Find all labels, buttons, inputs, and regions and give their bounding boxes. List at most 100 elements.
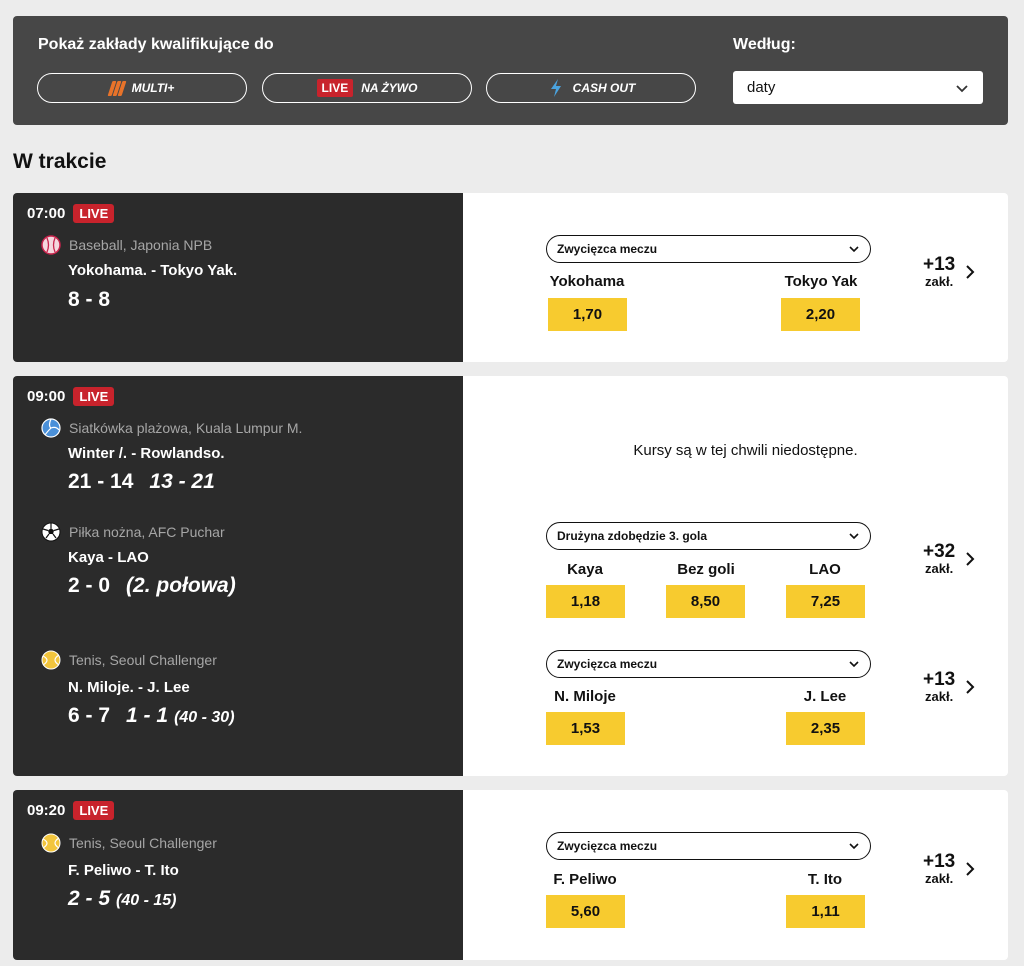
event-time: 09:20 bbox=[27, 802, 66, 819]
soccer-ball-icon bbox=[41, 522, 61, 542]
more-bets-unit: zakł. bbox=[925, 274, 954, 289]
outcome-label: T. Ito bbox=[807, 871, 843, 888]
game-points: (40 - 15) bbox=[116, 892, 177, 909]
cashout-icon bbox=[550, 79, 561, 97]
score-value: 6 - 7 bbox=[68, 704, 111, 727]
more-bets-link[interactable]: +13 zakł. bbox=[923, 670, 975, 703]
event-time: 07:00 bbox=[27, 205, 66, 222]
league-row: Tenis, Seoul Challenger bbox=[41, 833, 217, 853]
event-teams[interactable]: N. Miloje. - J. Lee bbox=[68, 679, 190, 696]
more-bets-unit: zakł. bbox=[925, 561, 954, 576]
chevron-down-icon bbox=[849, 246, 859, 253]
league-name: Tenis, Seoul Challenger bbox=[69, 835, 217, 851]
more-bets-text: +13 zakł. bbox=[923, 255, 955, 288]
more-bets-link[interactable]: +32 zakł. bbox=[923, 542, 975, 575]
market-select[interactable]: Drużyna zdobędzie 3. gola bbox=[546, 522, 871, 550]
event-time: 09:00 bbox=[27, 388, 66, 405]
event-score: 6 - 7 1 - 1 (40 - 30) bbox=[68, 704, 235, 728]
time-row: 09:20 LIVE bbox=[27, 801, 115, 820]
league-row: Piłka nożna, AFC Puchar bbox=[41, 522, 225, 542]
outcome-label: J. Lee bbox=[803, 688, 847, 705]
sort-label: Według: bbox=[733, 36, 796, 53]
baseball-icon bbox=[41, 235, 61, 255]
cashout-filter-button[interactable]: CASH OUT bbox=[486, 73, 696, 103]
match-period: (2. połowa) bbox=[126, 574, 236, 597]
live-filter-label: NA ŻYWO bbox=[361, 81, 418, 95]
game-points: (40 - 30) bbox=[174, 709, 235, 726]
sort-select[interactable]: daty bbox=[733, 71, 983, 104]
chevron-down-icon bbox=[849, 661, 859, 668]
chevron-down-icon bbox=[849, 533, 859, 540]
set-score: 13 - 21 bbox=[149, 470, 215, 493]
more-bets-text: +13 zakł. bbox=[923, 670, 955, 703]
market-select[interactable]: Zwycięzca meczu bbox=[546, 650, 871, 678]
league-name: Tenis, Seoul Challenger bbox=[69, 652, 217, 668]
odd-button[interactable]: 2,20 bbox=[781, 298, 860, 331]
more-bets-count: +13 bbox=[923, 254, 956, 275]
score-value: 2 - 0 bbox=[68, 574, 111, 597]
league-name: Piłka nożna, AFC Puchar bbox=[69, 524, 225, 540]
outcome-label: N. Miloje bbox=[554, 688, 616, 705]
odd-button[interactable]: 1,53 bbox=[546, 712, 625, 745]
live-badge: LIVE bbox=[73, 204, 115, 223]
multi-icon bbox=[107, 80, 127, 96]
volleyball-icon bbox=[41, 418, 61, 438]
event-info-panel: 09:00 LIVE Siatkówka plażowa, Kuala Lump… bbox=[13, 376, 463, 776]
odd-button[interactable]: 8,50 bbox=[666, 585, 745, 618]
more-bets-link[interactable]: +13 zakł. bbox=[923, 852, 975, 885]
market-select-value: Drużyna zdobędzie 3. gola bbox=[557, 529, 708, 543]
odd-button[interactable]: 1,11 bbox=[786, 895, 865, 928]
odd-button[interactable]: 1,18 bbox=[546, 585, 625, 618]
event-teams[interactable]: Winter /. - Rowlandso. bbox=[68, 445, 225, 462]
more-bets-count: +32 bbox=[923, 541, 956, 562]
more-bets-text: +32 zakł. bbox=[923, 542, 955, 575]
odd-button[interactable]: 7,25 bbox=[786, 585, 865, 618]
event-teams[interactable]: F. Peliwo - T. Ito bbox=[68, 862, 179, 879]
odds-unavailable-message: Kursy są w tej chwili niedostępne. bbox=[633, 442, 858, 459]
chevron-down-icon bbox=[956, 84, 968, 92]
event-teams[interactable]: Kaya - LAO bbox=[68, 549, 149, 566]
outcome-label: Kaya bbox=[567, 561, 603, 578]
live-badge: LIVE bbox=[73, 801, 115, 820]
live-tag: LIVE bbox=[316, 79, 354, 97]
odd-button[interactable]: 5,60 bbox=[546, 895, 625, 928]
score-value: 8 - 8 bbox=[68, 288, 111, 311]
more-bets-count: +13 bbox=[923, 669, 956, 690]
odd-button[interactable]: 2,35 bbox=[786, 712, 865, 745]
section-title: W trakcie bbox=[13, 150, 107, 173]
event-score: 2 - 0 (2. połowa) bbox=[68, 574, 236, 598]
outcome-label: F. Peliwo bbox=[553, 871, 617, 888]
tennis-ball-icon bbox=[41, 833, 61, 853]
market-select-value: Zwycięzca meczu bbox=[557, 839, 658, 853]
league-row: Tenis, Seoul Challenger bbox=[41, 650, 217, 670]
market-select[interactable]: Zwycięzca meczu bbox=[546, 832, 871, 860]
league-row: Baseball, Japonia NPB bbox=[41, 235, 212, 255]
more-bets-unit: zakł. bbox=[925, 689, 954, 704]
event-teams[interactable]: Yokohama. - Tokyo Yak. bbox=[68, 262, 237, 279]
event-card: 09:00 LIVE Siatkówka plażowa, Kuala Lump… bbox=[13, 376, 1008, 776]
league-name: Baseball, Japonia NPB bbox=[69, 237, 213, 253]
more-bets-unit: zakł. bbox=[925, 871, 954, 886]
live-filter-button[interactable]: LIVE NA ŻYWO bbox=[262, 73, 472, 103]
more-bets-text: +13 zakł. bbox=[923, 852, 955, 885]
time-row: 07:00 LIVE bbox=[27, 204, 115, 223]
chevron-right-icon bbox=[966, 861, 975, 876]
set-score: 1 - 1 bbox=[126, 704, 169, 727]
outcome-label: Tokyo Yak bbox=[784, 273, 858, 290]
league-name: Siatkówka plażowa, Kuala Lumpur M. bbox=[69, 420, 303, 436]
more-bets-link[interactable]: +13 zakł. bbox=[923, 255, 975, 288]
event-score: 8 - 8 bbox=[68, 288, 110, 312]
market-select[interactable]: Zwycięzca meczu bbox=[546, 235, 871, 263]
event-card: 09:20 LIVE Tenis, Seoul Challenger F. Pe… bbox=[13, 790, 1008, 960]
sort-select-value: daty bbox=[747, 79, 776, 96]
filter-title: Pokaż zakłady kwalifikujące do bbox=[38, 36, 274, 53]
chevron-down-icon bbox=[849, 843, 859, 850]
odd-button[interactable]: 1,70 bbox=[548, 298, 627, 331]
cashout-filter-label: CASH OUT bbox=[572, 81, 636, 95]
event-card: 07:00 LIVE Baseball, Japonia NPB Yokoham… bbox=[13, 193, 1008, 362]
filter-panel: Pokaż zakłady kwalifikujące do MULTI+ LI… bbox=[13, 16, 1008, 125]
outcome-label: Yokohama bbox=[549, 273, 625, 290]
tennis-ball-icon bbox=[41, 650, 61, 670]
multi-filter-button[interactable]: MULTI+ bbox=[37, 73, 247, 103]
event-score: 21 - 14 13 - 21 bbox=[68, 470, 215, 494]
